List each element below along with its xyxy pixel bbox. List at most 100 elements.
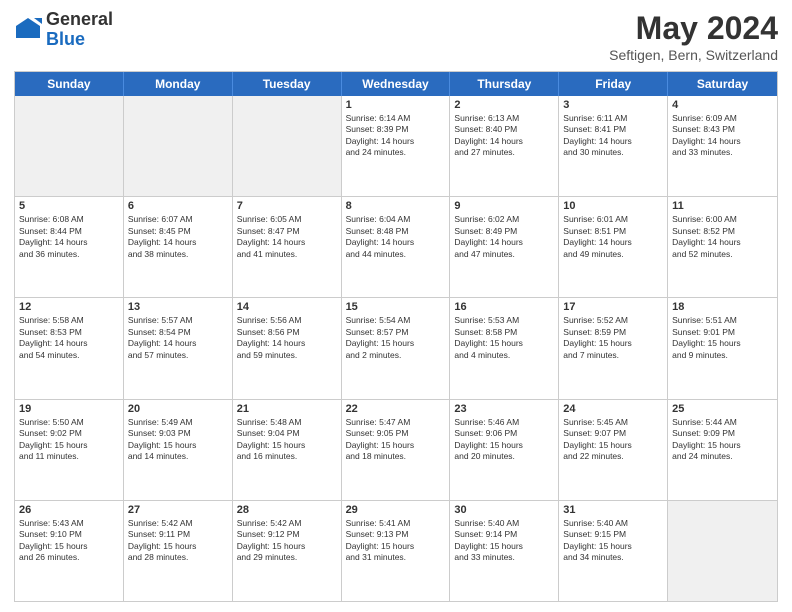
- calendar-cell: 2 Sunrise: 6:13 AM Sunset: 8:40 PM Daylig…: [450, 96, 559, 196]
- calendar-cell: 26Sunrise: 5:43 AM Sunset: 9:10 PM Dayli…: [15, 501, 124, 601]
- day-number: 17: [563, 301, 663, 313]
- day-details: Sunrise: 5:58 AM Sunset: 8:53 PM Dayligh…: [19, 315, 119, 361]
- location: Seftigen, Bern, Switzerland: [609, 47, 778, 63]
- day-details: Sunrise: 6:04 AM Sunset: 8:48 PM Dayligh…: [346, 214, 446, 260]
- day-details: Sunrise: 5:40 AM Sunset: 9:15 PM Dayligh…: [563, 518, 663, 564]
- day-number: 15: [346, 301, 446, 313]
- calendar-cell: 17 Sunrise: 5:52 AM Sunset: 8:59 PM Dayli…: [559, 298, 668, 398]
- day-number: 7: [237, 200, 337, 212]
- day-number: 25: [672, 403, 773, 415]
- day-number: 11: [672, 200, 773, 212]
- calendar-cell: 15 Sunrise: 5:54 AM Sunset: 8:57 PM Dayli…: [342, 298, 451, 398]
- day-number: 23: [454, 403, 554, 415]
- calendar-cell: 30 Sunrise: 5:40 AM Sunset: 9:14 PM Dayli…: [450, 501, 559, 601]
- day-details: Sunrise: 6:01 AM Sunset: 8:51 PM Dayligh…: [563, 214, 663, 260]
- header: General Blue May 2024 Seftigen, Bern, Sw…: [14, 10, 778, 63]
- calendar-cell: 12Sunrise: 5:58 AM Sunset: 8:53 PM Dayli…: [15, 298, 124, 398]
- calendar-cell: 4 Sunrise: 6:09 AM Sunset: 8:43 PM Daylig…: [668, 96, 777, 196]
- day-number: 28: [237, 504, 337, 516]
- day-number: 26: [19, 504, 119, 516]
- day-number: 29: [346, 504, 446, 516]
- day-details: Sunrise: 5:52 AM Sunset: 8:59 PM Dayligh…: [563, 315, 663, 361]
- calendar-cell: 7 Sunrise: 6:05 AM Sunset: 8:47 PM Daylig…: [233, 197, 342, 297]
- calendar-cell: [124, 96, 233, 196]
- day-number: 8: [346, 200, 446, 212]
- day-details: Sunrise: 5:54 AM Sunset: 8:57 PM Dayligh…: [346, 315, 446, 361]
- page: General Blue May 2024 Seftigen, Bern, Sw…: [0, 0, 792, 612]
- calendar-cell: 28 Sunrise: 5:42 AM Sunset: 9:12 PM Dayli…: [233, 501, 342, 601]
- calendar-cell: 24 Sunrise: 5:45 AM Sunset: 9:07 PM Dayli…: [559, 400, 668, 500]
- day-number: 5: [19, 200, 119, 212]
- day-details: Sunrise: 6:02 AM Sunset: 8:49 PM Dayligh…: [454, 214, 554, 260]
- calendar-row-4: 26Sunrise: 5:43 AM Sunset: 9:10 PM Dayli…: [15, 500, 777, 601]
- day-number: 19: [19, 403, 119, 415]
- day-number: 18: [672, 301, 773, 313]
- calendar-cell: 20 Sunrise: 5:49 AM Sunset: 9:03 PM Dayli…: [124, 400, 233, 500]
- logo-icon: [14, 16, 42, 44]
- day-details: Sunrise: 6:07 AM Sunset: 8:45 PM Dayligh…: [128, 214, 228, 260]
- weekday-header-monday: Monday: [124, 72, 233, 96]
- calendar-row-3: 19 Sunrise: 5:50 AM Sunset: 9:02 PM Dayli…: [15, 399, 777, 500]
- day-details: Sunrise: 5:45 AM Sunset: 9:07 PM Dayligh…: [563, 417, 663, 463]
- day-details: Sunrise: 5:44 AM Sunset: 9:09 PM Dayligh…: [672, 417, 773, 463]
- day-details: Sunrise: 6:05 AM Sunset: 8:47 PM Dayligh…: [237, 214, 337, 260]
- day-details: Sunrise: 5:49 AM Sunset: 9:03 PM Dayligh…: [128, 417, 228, 463]
- day-details: Sunrise: 5:40 AM Sunset: 9:14 PM Dayligh…: [454, 518, 554, 564]
- calendar-row-2: 12Sunrise: 5:58 AM Sunset: 8:53 PM Dayli…: [15, 297, 777, 398]
- month-title: May 2024: [609, 10, 778, 47]
- day-number: 13: [128, 301, 228, 313]
- calendar-cell: 23Sunrise: 5:46 AM Sunset: 9:06 PM Dayli…: [450, 400, 559, 500]
- day-details: Sunrise: 5:42 AM Sunset: 9:11 PM Dayligh…: [128, 518, 228, 564]
- calendar-cell: 16 Sunrise: 5:53 AM Sunset: 8:58 PM Dayli…: [450, 298, 559, 398]
- calendar-cell: 29 Sunrise: 5:41 AM Sunset: 9:13 PM Dayli…: [342, 501, 451, 601]
- day-number: 24: [563, 403, 663, 415]
- calendar-body: 1 Sunrise: 6:14 AM Sunset: 8:39 PM Daylig…: [15, 96, 777, 601]
- weekday-header-wednesday: Wednesday: [342, 72, 451, 96]
- calendar-cell: 9Sunrise: 6:02 AM Sunset: 8:49 PM Daylig…: [450, 197, 559, 297]
- day-number: 14: [237, 301, 337, 313]
- calendar-cell: 3Sunrise: 6:11 AM Sunset: 8:41 PM Daylig…: [559, 96, 668, 196]
- weekday-header-friday: Friday: [559, 72, 668, 96]
- calendar-cell: 21 Sunrise: 5:48 AM Sunset: 9:04 PM Dayli…: [233, 400, 342, 500]
- calendar-cell: 19 Sunrise: 5:50 AM Sunset: 9:02 PM Dayli…: [15, 400, 124, 500]
- calendar-cell: 25 Sunrise: 5:44 AM Sunset: 9:09 PM Dayli…: [668, 400, 777, 500]
- day-details: Sunrise: 5:50 AM Sunset: 9:02 PM Dayligh…: [19, 417, 119, 463]
- weekday-header-sunday: Sunday: [15, 72, 124, 96]
- weekday-header-thursday: Thursday: [450, 72, 559, 96]
- day-details: Sunrise: 5:42 AM Sunset: 9:12 PM Dayligh…: [237, 518, 337, 564]
- calendar-cell: 10 Sunrise: 6:01 AM Sunset: 8:51 PM Dayli…: [559, 197, 668, 297]
- day-details: Sunrise: 5:48 AM Sunset: 9:04 PM Dayligh…: [237, 417, 337, 463]
- logo-general-text: General: [46, 10, 113, 30]
- day-details: Sunrise: 6:00 AM Sunset: 8:52 PM Dayligh…: [672, 214, 773, 260]
- calendar-cell: 14Sunrise: 5:56 AM Sunset: 8:56 PM Dayli…: [233, 298, 342, 398]
- day-details: Sunrise: 5:53 AM Sunset: 8:58 PM Dayligh…: [454, 315, 554, 361]
- day-details: Sunrise: 5:57 AM Sunset: 8:54 PM Dayligh…: [128, 315, 228, 361]
- day-number: 1: [346, 99, 446, 111]
- day-number: 16: [454, 301, 554, 313]
- calendar-cell: 31Sunrise: 5:40 AM Sunset: 9:15 PM Dayli…: [559, 501, 668, 601]
- day-details: Sunrise: 5:41 AM Sunset: 9:13 PM Dayligh…: [346, 518, 446, 564]
- calendar: SundayMondayTuesdayWednesdayThursdayFrid…: [14, 71, 778, 602]
- day-number: 2: [454, 99, 554, 111]
- weekday-header-saturday: Saturday: [668, 72, 777, 96]
- calendar-row-0: 1 Sunrise: 6:14 AM Sunset: 8:39 PM Daylig…: [15, 96, 777, 196]
- logo: General Blue: [14, 10, 113, 50]
- day-number: 20: [128, 403, 228, 415]
- day-details: Sunrise: 6:09 AM Sunset: 8:43 PM Dayligh…: [672, 113, 773, 159]
- day-number: 3: [563, 99, 663, 111]
- day-details: Sunrise: 6:13 AM Sunset: 8:40 PM Dayligh…: [454, 113, 554, 159]
- day-details: Sunrise: 6:14 AM Sunset: 8:39 PM Dayligh…: [346, 113, 446, 159]
- day-number: 6: [128, 200, 228, 212]
- logo-text: General Blue: [46, 10, 113, 50]
- day-number: 21: [237, 403, 337, 415]
- day-number: 10: [563, 200, 663, 212]
- calendar-cell: 18Sunrise: 5:51 AM Sunset: 9:01 PM Dayli…: [668, 298, 777, 398]
- calendar-cell: 6 Sunrise: 6:07 AM Sunset: 8:45 PM Daylig…: [124, 197, 233, 297]
- title-block: May 2024 Seftigen, Bern, Switzerland: [609, 10, 778, 63]
- calendar-cell: 11 Sunrise: 6:00 AM Sunset: 8:52 PM Dayli…: [668, 197, 777, 297]
- day-number: 4: [672, 99, 773, 111]
- calendar-header: SundayMondayTuesdayWednesdayThursdayFrid…: [15, 72, 777, 96]
- calendar-cell: 5Sunrise: 6:08 AM Sunset: 8:44 PM Daylig…: [15, 197, 124, 297]
- logo-blue-text: Blue: [46, 30, 113, 50]
- day-number: 30: [454, 504, 554, 516]
